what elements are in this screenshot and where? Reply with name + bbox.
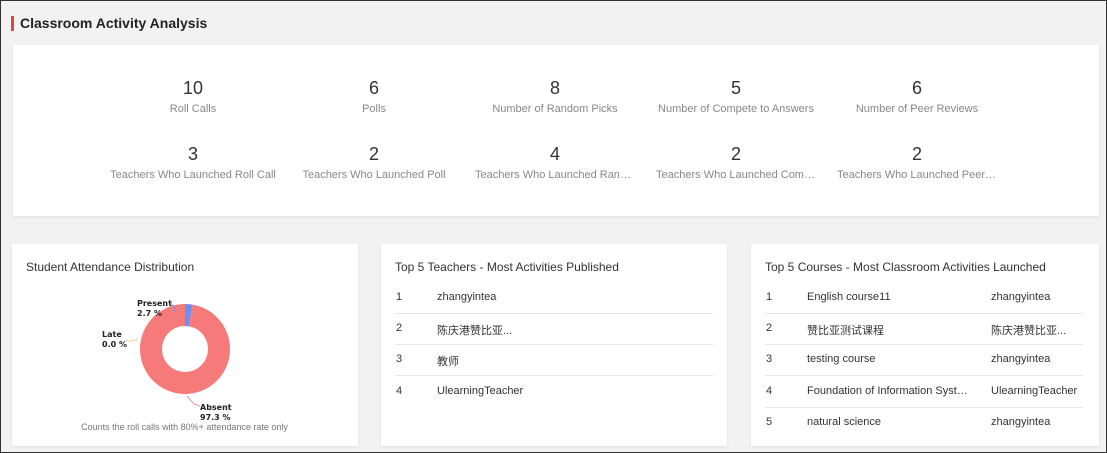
teacher-name: UlearningTeacher	[437, 385, 524, 397]
absent-label: Absent	[200, 403, 232, 412]
stat-teachers-compete: 2 Teachers Who Launched Compete to Answe…	[656, 144, 816, 181]
present-label: Present	[137, 299, 172, 308]
course-row: 3 testing course zhangyintea	[765, 345, 1083, 376]
page-title: Classroom Activity Analysis	[20, 15, 208, 31]
course-name: natural science	[807, 416, 881, 428]
stat-peer-reviews: 6 Number of Peer Reviews	[827, 78, 1007, 115]
attendance-donut-chart: Present 2.7 % Late 0.0 % Absent 97.3 %	[102, 299, 232, 422]
course-row: 5 natural science zhangyintea	[765, 408, 1083, 439]
stat-teachers-poll: 2 Teachers Who Launched Poll	[284, 144, 464, 181]
stat-value: 2	[368, 144, 379, 164]
stat-value: 6	[911, 78, 922, 98]
rank-number: 2	[766, 322, 773, 334]
rank-number: 2	[396, 322, 403, 334]
course-teacher: zhangyintea	[991, 416, 1051, 428]
stat-label: Teachers Who Launched Random Pick	[475, 169, 635, 181]
stat-label: Number of Peer Reviews	[855, 103, 979, 115]
course-name: 赞比亚测试课程	[807, 325, 884, 337]
stat-value: 5	[730, 78, 741, 98]
present-percent: 2.7 %	[137, 309, 162, 318]
course-name: English course11	[807, 291, 891, 303]
teacher-row: 2 陈庆港赞比亚...	[395, 314, 713, 345]
stat-value: 3	[187, 144, 198, 164]
stat-polls: 6 Polls	[284, 78, 464, 115]
top-courses-title: Top 5 Courses - Most Classroom Activitie…	[765, 260, 1046, 274]
absent-leader-line	[186, 395, 201, 407]
stat-label: Teachers Who Launched Roll Call	[110, 169, 276, 181]
attendance-card: Student Attendance Distribution Present …	[12, 244, 358, 446]
stat-compete-answers: 5 Number of Compete to Answers	[646, 78, 826, 115]
late-label: Late	[102, 330, 122, 339]
activity-stats-card: 10 Roll Calls 6 Polls 8 Number of Random…	[13, 45, 1099, 216]
stat-label: Roll Calls	[169, 103, 217, 115]
stat-value: 2	[730, 144, 741, 164]
stat-label: Number of Random Picks	[492, 103, 618, 115]
course-row: 1 English course11 zhangyintea	[765, 283, 1083, 314]
teacher-row: 4 UlearningTeacher	[395, 377, 713, 408]
attendance-footnote: Counts the roll calls with 80%+ attendan…	[81, 422, 288, 432]
rank-number: 5	[766, 416, 773, 428]
stat-roll-calls: 10 Roll Calls	[103, 78, 283, 115]
stat-value: 6	[368, 78, 379, 98]
course-name: testing course	[807, 353, 876, 365]
rank-number: 3	[766, 353, 773, 365]
stat-label: Polls	[362, 103, 386, 115]
course-teacher: zhangyintea	[991, 291, 1051, 303]
rank-number: 4	[766, 385, 773, 397]
stat-label: Number of Compete to Answers	[658, 103, 814, 115]
stat-label: Teachers Who Launched Compete to Answer	[656, 169, 816, 181]
stat-random-picks: 8 Number of Random Picks	[465, 78, 645, 115]
page-header: Classroom Activity Analysis	[1, 1, 1106, 45]
course-row: 2 赞比亚测试课程 陈庆港赞比亚...	[765, 314, 1083, 345]
teacher-row: 3 教师	[395, 345, 713, 376]
rank-number: 1	[396, 291, 403, 303]
stat-value: 2	[911, 144, 922, 164]
rank-number: 3	[396, 353, 403, 365]
course-teacher: zhangyintea	[991, 353, 1051, 365]
rank-number: 4	[396, 385, 403, 397]
teacher-name: 教师	[437, 356, 459, 368]
course-row: 4 Foundation of Information Systems Ulea…	[765, 377, 1083, 408]
teacher-name: zhangyintea	[437, 291, 497, 303]
stat-value: 4	[549, 144, 560, 164]
teacher-name: 陈庆港赞比亚...	[437, 325, 513, 337]
title-accent-bar	[11, 16, 14, 31]
top-teachers-title: Top 5 Teachers - Most Activities Publish…	[395, 260, 619, 274]
teacher-row: 1 zhangyintea	[395, 283, 713, 314]
stat-teachers-peer-review: 2 Teachers Who Launched Peer Review	[837, 144, 997, 181]
course-name: Foundation of Information Systems	[807, 385, 969, 397]
stat-label: Teachers Who Launched Peer Review	[837, 169, 997, 181]
course-teacher: UlearningTeacher	[991, 385, 1078, 397]
late-percent: 0.0 %	[102, 340, 127, 349]
stat-value: 8	[549, 78, 560, 98]
stat-teachers-random-pick: 4 Teachers Who Launched Random Pick	[475, 144, 635, 181]
stat-teachers-roll-call: 3 Teachers Who Launched Roll Call	[103, 144, 283, 181]
top-courses-card: Top 5 Courses - Most Classroom Activitie…	[751, 244, 1099, 446]
stat-label: Teachers Who Launched Poll	[302, 169, 446, 181]
course-teacher: 陈庆港赞比亚...	[991, 325, 1067, 337]
stat-value: 10	[182, 78, 204, 98]
absent-percent: 97.3 %	[200, 413, 231, 422]
top-teachers-card: Top 5 Teachers - Most Activities Publish…	[381, 244, 727, 446]
rank-number: 1	[766, 291, 773, 303]
